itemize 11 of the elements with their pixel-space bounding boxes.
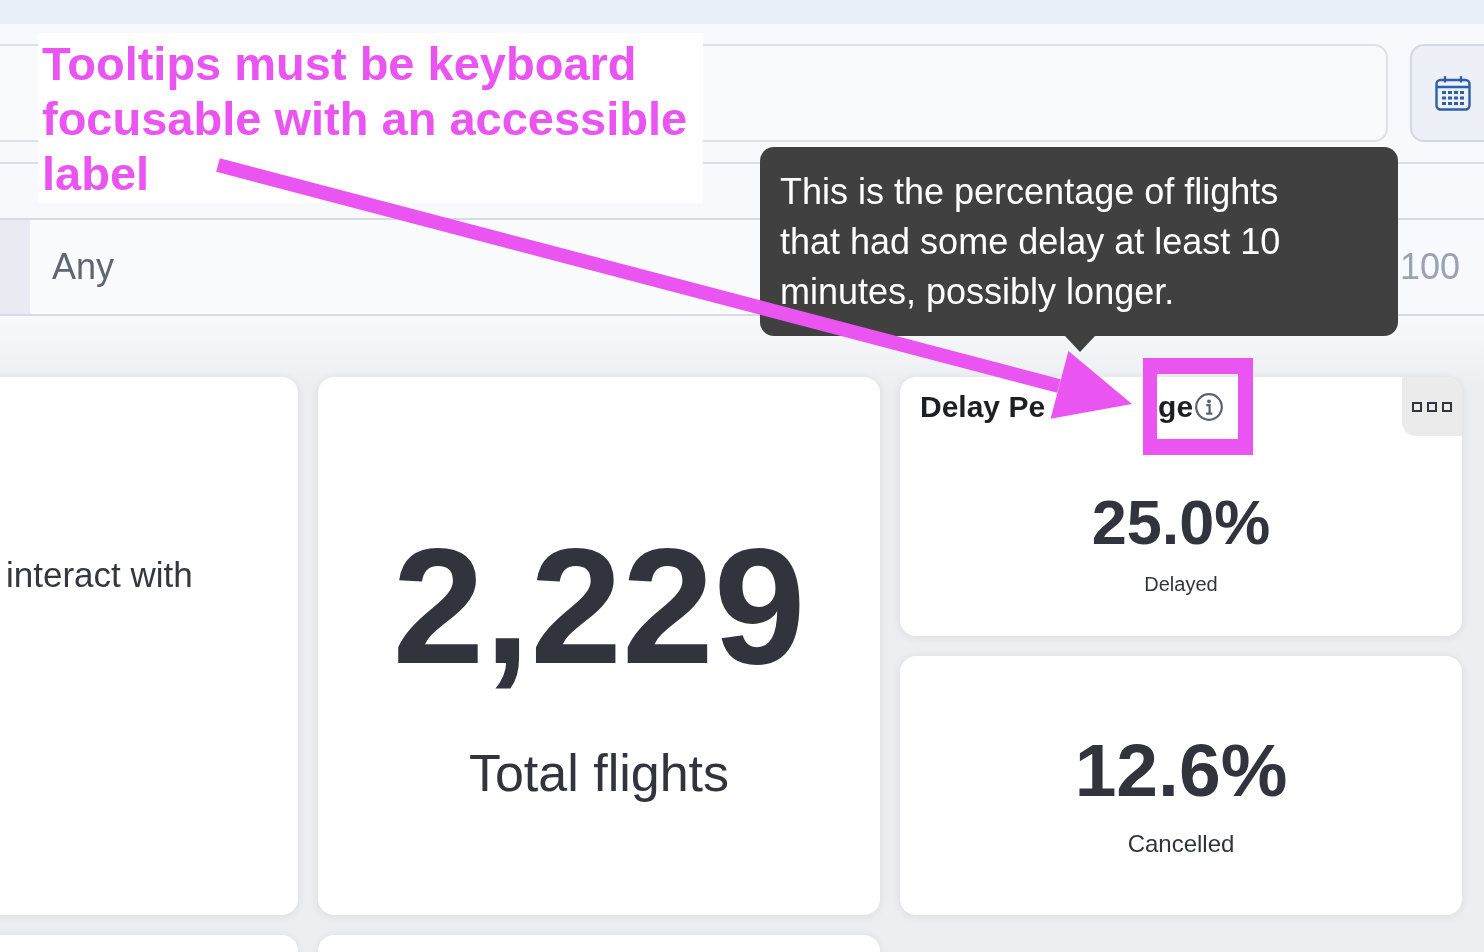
stat-label: Total flights bbox=[468, 743, 730, 803]
stat-value: 2,229 bbox=[392, 524, 806, 689]
stat-label: Cancelled bbox=[1127, 830, 1235, 858]
tooltip: This is the percentage of flights that had some delay at least 10 minutes, possibly longer. bbox=[760, 147, 1398, 336]
card-text: interact with bbox=[5, 554, 194, 595]
card-title: Delay Pe bbox=[920, 388, 1046, 425]
annotation-tooltip: Tooltips must be keyboard focusable with an accessible label bbox=[38, 33, 703, 203]
stat-value: 12.6% bbox=[1074, 730, 1288, 810]
stat-label: Delayed bbox=[1144, 572, 1218, 596]
card-title: ge bbox=[1158, 388, 1194, 425]
stat-value: 25.0% bbox=[1091, 487, 1271, 557]
